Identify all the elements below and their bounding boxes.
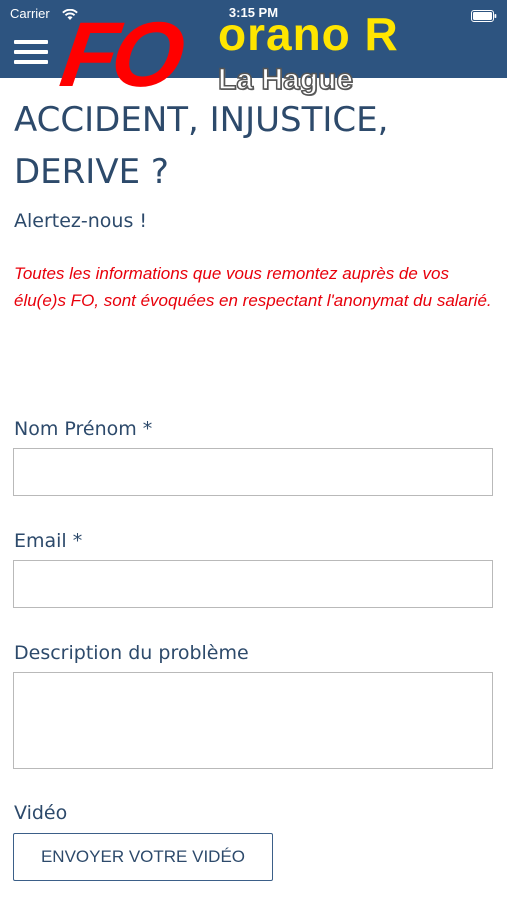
brand-subtext: La Hague [217, 62, 354, 97]
description-field[interactable] [13, 672, 493, 769]
hamburger-menu-icon[interactable] [14, 40, 48, 64]
name-field[interactable] [13, 448, 493, 496]
email-field[interactable] [13, 560, 493, 608]
video-label: Vidéo [14, 802, 68, 824]
anonymity-notice: Toutes les informations que vous remonte… [14, 264, 492, 310]
battery-icon [471, 7, 497, 26]
email-label: Email * [14, 530, 83, 552]
page-subtitle: Alertez-nous ! [14, 210, 148, 232]
send-video-button[interactable]: ENVOYER VOTRE VIDÉO [13, 833, 273, 881]
name-label: Nom Prénom * [14, 418, 153, 440]
description-label: Description du problème [14, 642, 249, 664]
page-title: ACCIDENT, INJUSTICE, DERIVE ? [14, 100, 389, 192]
brand-logo: orano R [218, 8, 399, 60]
